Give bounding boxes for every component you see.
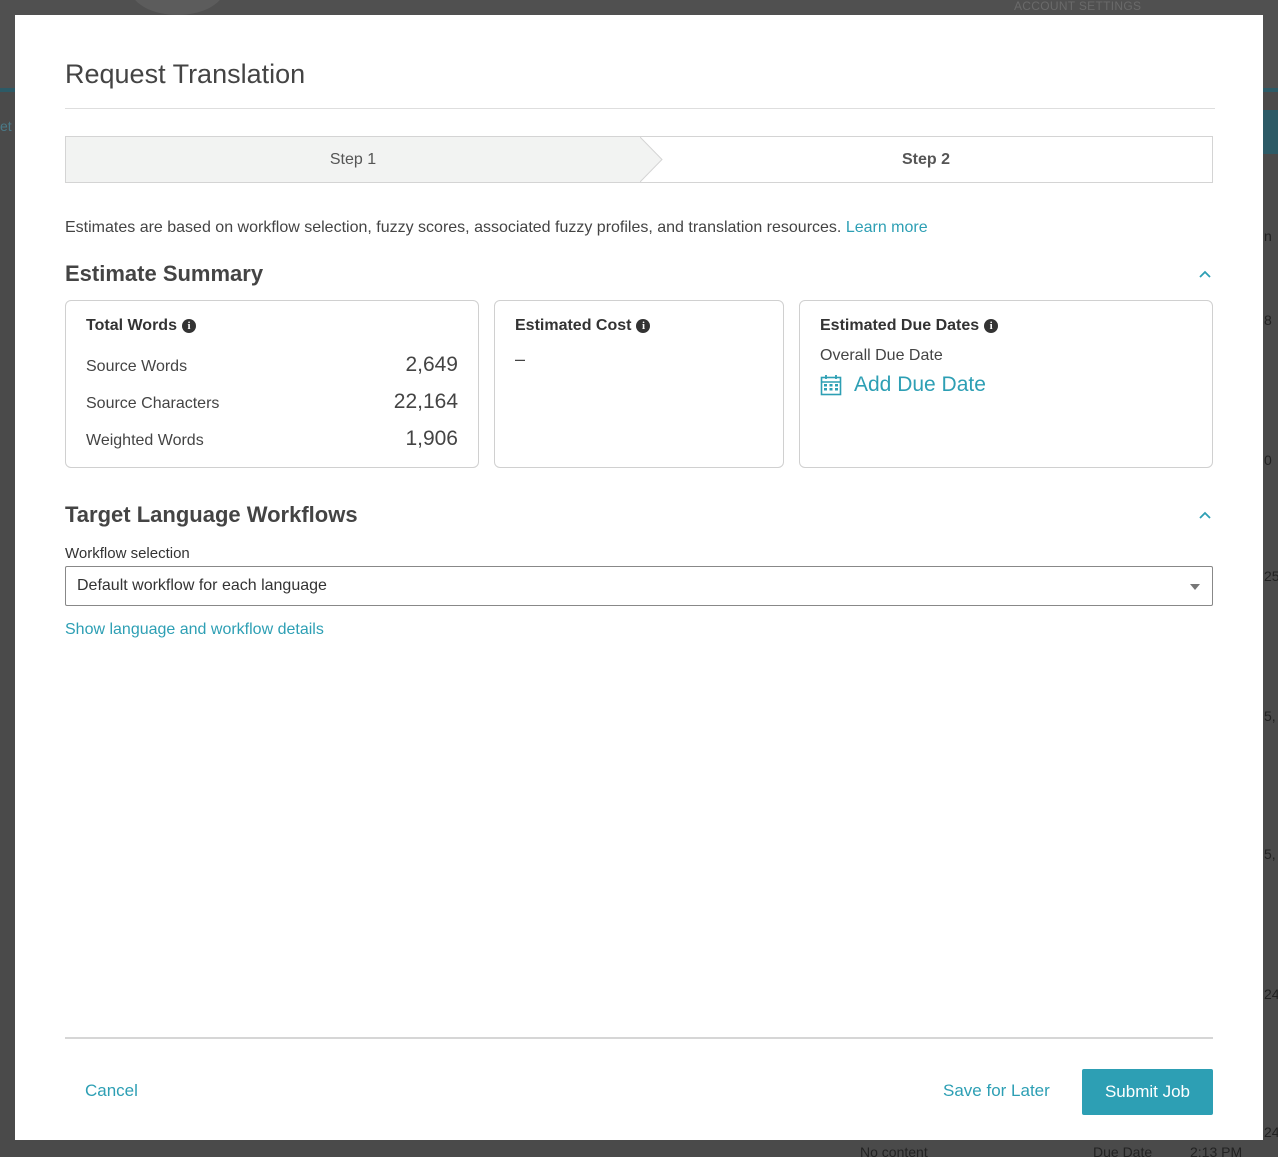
background-edge-text: 5,: [1264, 846, 1276, 862]
workflow-selection-label: Workflow selection: [65, 545, 190, 562]
background-account-settings: ACCOUNT SETTINGS: [1014, 0, 1142, 13]
total-words-title: Total Words i: [86, 317, 196, 335]
stat-value: 22,164: [393, 390, 458, 413]
submit-job-button[interactable]: Submit Job: [1082, 1069, 1213, 1115]
footer-divider: [65, 1037, 1213, 1039]
target-language-workflows-title: Target Language Workflows: [65, 502, 358, 527]
background-edge-text: n: [1264, 228, 1272, 244]
stepper: Step 1 Step 2: [65, 136, 1213, 183]
estimate-summary-collapse-icon[interactable]: [1197, 267, 1213, 283]
estimated-cost-label: Estimated Cost: [515, 317, 632, 334]
stat-label: Source Words: [86, 358, 188, 375]
estimated-cost-title: Estimated Cost i: [515, 317, 651, 335]
background-edge-text: 0: [1264, 452, 1272, 468]
save-for-later-button[interactable]: Save for Later: [943, 1081, 1050, 1101]
total-words-card: Total Words i Source Words 2,649 Source …: [65, 300, 479, 468]
background-edge-text: 8: [1264, 312, 1272, 328]
info-icon[interactable]: i: [181, 319, 196, 333]
background-bottom-text: No content: [860, 1144, 928, 1157]
learn-more-link[interactable]: Learn more: [846, 219, 928, 236]
add-due-date-button[interactable]: Add Due Date: [820, 373, 986, 397]
total-words-label: Total Words: [86, 317, 177, 334]
stat-value: 1,906: [405, 427, 458, 450]
background-bottom-text: Due Date: [1093, 1144, 1153, 1157]
step-2[interactable]: Step 2: [656, 137, 1196, 182]
estimated-cost-card: Estimated Cost i –: [494, 300, 784, 468]
show-details-link[interactable]: Show language and workflow details: [65, 621, 324, 639]
info-icon[interactable]: i: [636, 319, 651, 333]
step-1[interactable]: Step 1: [66, 137, 640, 182]
cancel-button[interactable]: Cancel: [85, 1081, 138, 1101]
request-translation-modal: Request Translation Step 1 Step 2 Estima…: [15, 15, 1263, 1140]
add-due-date-label: Add Due Date: [854, 373, 986, 396]
estimate-note: Estimates are based on workflow selectio…: [65, 219, 928, 237]
background-avatar: [130, 0, 225, 15]
workflows-collapse-icon[interactable]: [1197, 508, 1213, 524]
stat-row-source-characters: Source Characters 22,164: [86, 390, 458, 414]
estimate-summary-title: Estimate Summary: [65, 261, 264, 286]
stat-label: Weighted Words: [86, 432, 204, 449]
calendar-icon: [820, 375, 842, 396]
stat-label: Source Characters: [86, 395, 220, 412]
stat-row-weighted-words: Weighted Words 1,906: [86, 427, 458, 451]
background-edge-text: 24: [1264, 1124, 1278, 1140]
overall-due-date-label: Overall Due Date: [820, 347, 943, 364]
background-right-button: [1262, 110, 1278, 154]
background-edge-text: 24: [1264, 986, 1278, 1002]
caret-down-icon: [1190, 584, 1200, 590]
estimate-note-text: Estimates are based on workflow selectio…: [65, 219, 842, 236]
estimated-due-dates-card: Estimated Due Dates i Overall Due Date A…: [799, 300, 1213, 468]
title-divider: [65, 108, 1215, 109]
workflow-select-value: Default workflow for each language: [77, 577, 327, 594]
estimated-due-dates-label: Estimated Due Dates: [820, 317, 980, 334]
background-bottom-text: 2:13 PM: [1190, 1144, 1243, 1157]
estimated-due-dates-title: Estimated Due Dates i: [820, 317, 999, 335]
stat-row-source-words: Source Words 2,649: [86, 353, 458, 377]
info-icon[interactable]: i: [984, 319, 999, 333]
background-edge-text: 25: [1264, 568, 1278, 584]
background-edge-text: 5,: [1264, 708, 1276, 724]
modal-title: Request Translation: [65, 59, 306, 89]
estimated-cost-value: –: [515, 349, 526, 369]
stat-value: 2,649: [405, 353, 458, 376]
background-left-tab: et: [0, 118, 12, 134]
workflow-select[interactable]: Default workflow for each language: [65, 566, 1213, 606]
